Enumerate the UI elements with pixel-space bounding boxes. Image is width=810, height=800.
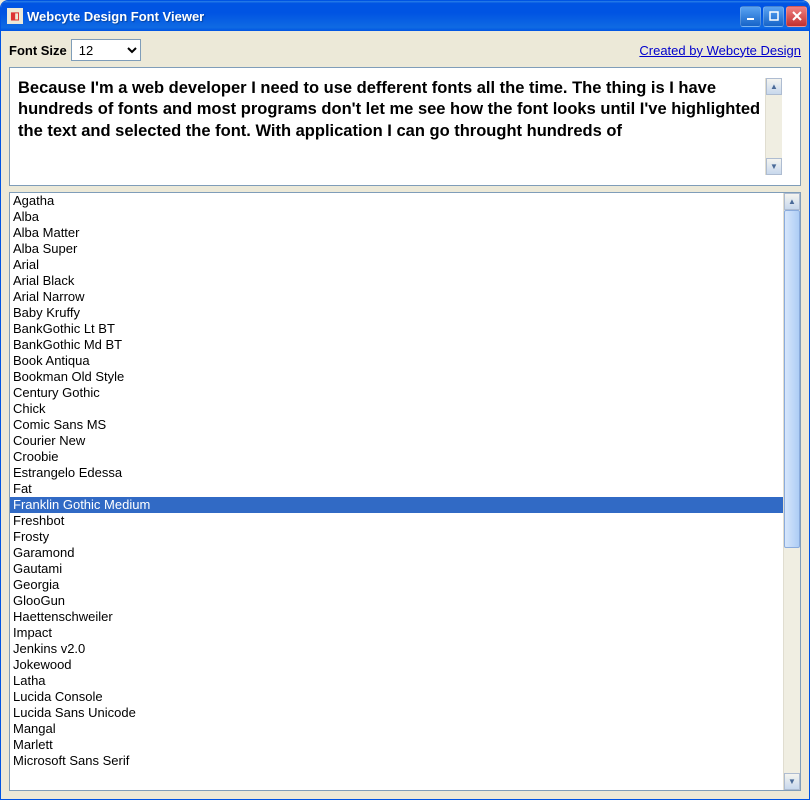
list-item[interactable]: Estrangelo Edessa	[10, 465, 783, 481]
list-item[interactable]: Baby Kruffy	[10, 305, 783, 321]
list-item[interactable]: Alba Super	[10, 241, 783, 257]
list-item[interactable]: Gautami	[10, 561, 783, 577]
list-item[interactable]: BankGothic Md BT	[10, 337, 783, 353]
list-item[interactable]: Jokewood	[10, 657, 783, 673]
scroll-down-icon[interactable]: ▼	[766, 158, 782, 175]
list-item[interactable]: Arial	[10, 257, 783, 273]
font-size-select[interactable]: 12	[71, 39, 141, 61]
scroll-track[interactable]	[766, 95, 782, 158]
list-item[interactable]: Agatha	[10, 193, 783, 209]
list-item[interactable]: Century Gothic	[10, 385, 783, 401]
list-item[interactable]: Alba	[10, 209, 783, 225]
list-item[interactable]: Courier New	[10, 433, 783, 449]
list-item[interactable]: Fat	[10, 481, 783, 497]
list-item[interactable]: Book Antiqua	[10, 353, 783, 369]
list-item[interactable]: GlooGun	[10, 593, 783, 609]
minimize-button[interactable]	[740, 6, 761, 27]
scroll-up-icon[interactable]: ▲	[766, 78, 782, 95]
client-area: Font Size 12 Created by Webcyte Design B…	[1, 31, 809, 799]
preview-text[interactable]: Because I'm a web developer I need to us…	[18, 78, 765, 175]
window-title: Webcyte Design Font Viewer	[27, 9, 740, 24]
list-item[interactable]: Jenkins v2.0	[10, 641, 783, 657]
list-item[interactable]: Freshbot	[10, 513, 783, 529]
list-item[interactable]: Garamond	[10, 545, 783, 561]
list-item[interactable]: Mangal	[10, 721, 783, 737]
list-item[interactable]: Frosty	[10, 529, 783, 545]
list-item[interactable]: Bookman Old Style	[10, 369, 783, 385]
list-item[interactable]: Haettenschweiler	[10, 609, 783, 625]
toolbar: Font Size 12 Created by Webcyte Design	[9, 39, 801, 61]
list-item[interactable]: Latha	[10, 673, 783, 689]
credit-link[interactable]: Created by Webcyte Design	[639, 43, 801, 58]
scroll-thumb[interactable]	[784, 210, 800, 548]
list-item[interactable]: Impact	[10, 625, 783, 641]
preview-scrollbar[interactable]: ▲ ▼	[765, 78, 782, 175]
maximize-button[interactable]	[763, 6, 784, 27]
list-item[interactable]: Lucida Console	[10, 689, 783, 705]
font-list[interactable]: AgathaAlbaAlba MatterAlba SuperArialAria…	[10, 193, 783, 790]
list-scrollbar[interactable]: ▲ ▼	[783, 193, 800, 790]
font-list-pane: AgathaAlbaAlba MatterAlba SuperArialAria…	[9, 192, 801, 791]
close-button[interactable]	[786, 6, 807, 27]
scroll-down-icon[interactable]: ▼	[784, 773, 800, 790]
font-size-label: Font Size	[9, 43, 67, 58]
list-item[interactable]: Arial Narrow	[10, 289, 783, 305]
list-item[interactable]: Franklin Gothic Medium	[10, 497, 783, 513]
list-item[interactable]: BankGothic Lt BT	[10, 321, 783, 337]
list-item[interactable]: Lucida Sans Unicode	[10, 705, 783, 721]
preview-pane: Because I'm a web developer I need to us…	[9, 67, 801, 186]
app-icon: ◧	[7, 8, 23, 24]
scroll-up-icon[interactable]: ▲	[784, 193, 800, 210]
list-item[interactable]: Chick	[10, 401, 783, 417]
scroll-track[interactable]	[784, 210, 800, 773]
list-item[interactable]: Georgia	[10, 577, 783, 593]
titlebar: ◧ Webcyte Design Font Viewer	[1, 1, 809, 31]
list-item[interactable]: Alba Matter	[10, 225, 783, 241]
list-item[interactable]: Microsoft Sans Serif	[10, 753, 783, 769]
list-item[interactable]: Marlett	[10, 737, 783, 753]
list-item[interactable]: Comic Sans MS	[10, 417, 783, 433]
window-buttons	[740, 6, 807, 27]
list-item[interactable]: Arial Black	[10, 273, 783, 289]
list-item[interactable]: Croobie	[10, 449, 783, 465]
